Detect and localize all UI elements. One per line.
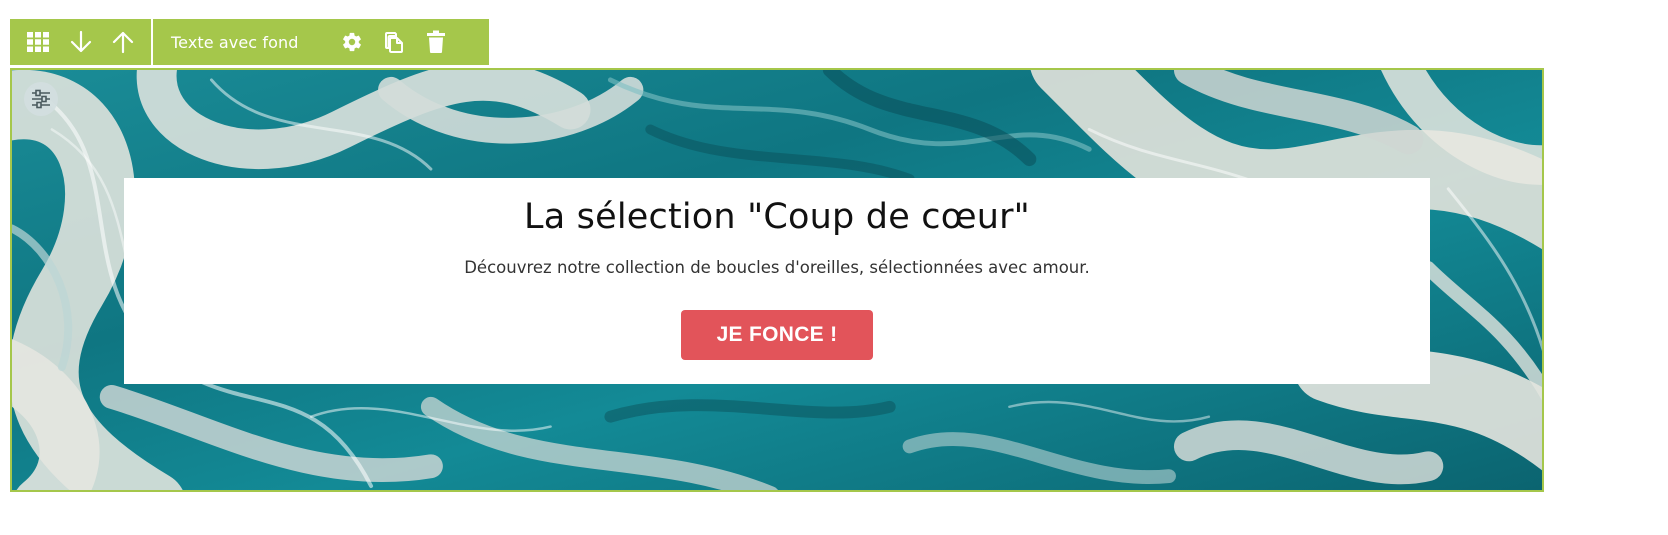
- duplicate-button[interactable]: [377, 25, 411, 59]
- grid-icon: [26, 32, 49, 52]
- section-settings-button[interactable]: [24, 82, 58, 116]
- duplicate-icon: [385, 32, 403, 53]
- toolbar-block-group: Texte avec fond: [153, 19, 489, 65]
- gear-icon: [343, 32, 361, 52]
- cta-button[interactable]: JE FONCE !: [681, 310, 873, 360]
- section-title[interactable]: La sélection "Coup de cœur": [124, 178, 1430, 237]
- move-down-button[interactable]: [64, 25, 98, 59]
- block-actions: [335, 19, 453, 65]
- text-with-background-section[interactable]: La sélection "Coup de cœur" Découvrez no…: [10, 68, 1544, 492]
- toolbar-nav-group: [10, 19, 151, 65]
- sliders-icon: [32, 89, 50, 109]
- move-up-button[interactable]: [106, 25, 140, 59]
- arrow-up-icon: [113, 31, 134, 54]
- drag-grid-button[interactable]: [21, 25, 55, 59]
- block-title: Texte avec fond: [171, 32, 299, 52]
- arrow-down-icon: [70, 30, 91, 53]
- section-subtitle[interactable]: Découvrez notre collection de boucles d'…: [124, 237, 1430, 278]
- delete-button[interactable]: [419, 25, 453, 59]
- text-content-box: La sélection "Coup de cœur" Découvrez no…: [124, 178, 1430, 384]
- block-toolbar: Texte avec fond: [10, 19, 489, 65]
- trash-icon: [427, 30, 445, 53]
- block-settings-button[interactable]: [335, 25, 369, 59]
